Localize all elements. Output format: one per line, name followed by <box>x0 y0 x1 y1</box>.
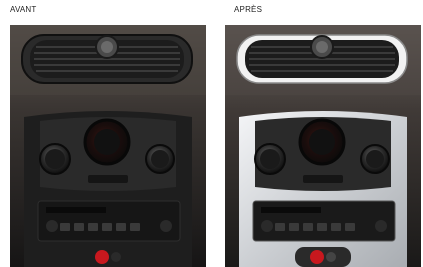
photo-before <box>10 25 206 267</box>
label-before: AVANT <box>10 5 37 14</box>
vent-before <box>21 34 193 84</box>
label-after: APRÈS <box>234 5 263 14</box>
vent-after <box>236 34 408 84</box>
photo-after <box>225 25 421 267</box>
